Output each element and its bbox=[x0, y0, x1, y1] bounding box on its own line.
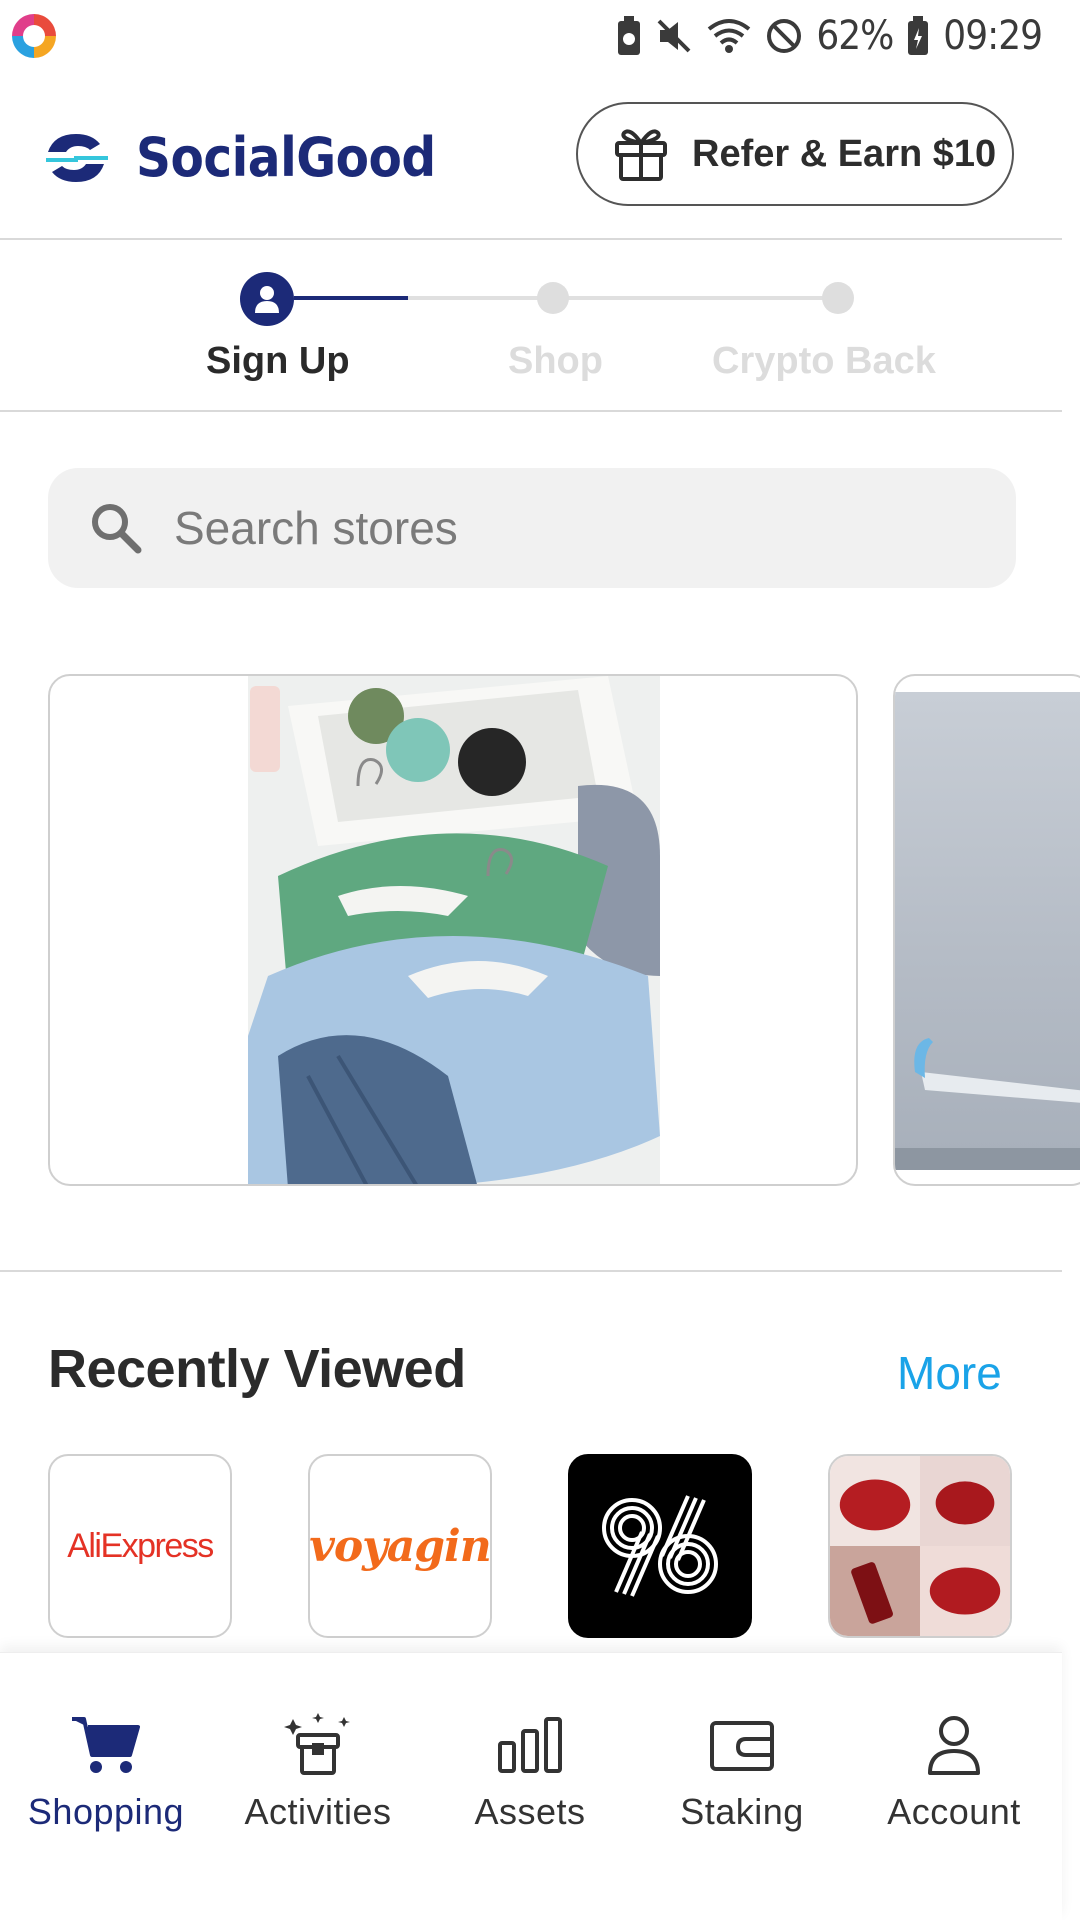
store-tile-aliexpress[interactable]: AliExpress bbox=[48, 1454, 232, 1638]
nav-staking-label: Staking bbox=[680, 1791, 804, 1832]
nav-assets[interactable]: Assets bbox=[424, 1713, 636, 1833]
recently-viewed-more-link[interactable]: More bbox=[897, 1346, 1002, 1400]
app-notification-icon bbox=[12, 14, 56, 58]
wallet-icon bbox=[710, 1721, 774, 1771]
search-icon bbox=[92, 504, 142, 554]
store-tile-96[interactable] bbox=[568, 1454, 752, 1638]
nav-activities[interactable]: Activities bbox=[212, 1713, 424, 1833]
brand-name: SocialGood bbox=[136, 126, 436, 189]
wifi-icon bbox=[706, 17, 752, 55]
nav-activities-label: Activities bbox=[244, 1791, 392, 1832]
aliexpress-logo: AliExpress bbox=[67, 1526, 214, 1565]
gift-icon bbox=[615, 129, 667, 181]
step-label-cryptoback: Crypto Back bbox=[712, 340, 936, 382]
battery-percent: 62% bbox=[816, 13, 894, 59]
lipstick-brand-image bbox=[830, 1456, 1010, 1636]
promo-banner-2[interactable] bbox=[893, 674, 1080, 1186]
onboarding-stepper: Sign Up Shop Crypto Back bbox=[0, 240, 1062, 412]
step-signup-indicator bbox=[240, 272, 294, 326]
voyagin-logo: voyagin bbox=[309, 1520, 491, 1572]
app-header: SocialGood Refer & Earn $10 bbox=[0, 72, 1062, 240]
recently-viewed-title: Recently Viewed bbox=[48, 1339, 466, 1399]
person-icon bbox=[928, 1716, 980, 1775]
promo-banner-1[interactable] bbox=[48, 674, 858, 1186]
bar-chart-icon bbox=[498, 1717, 562, 1773]
battery-saver-icon bbox=[616, 15, 642, 57]
refer-earn-label: Refer & Earn $10 bbox=[692, 132, 997, 175]
brand-logo[interactable]: SocialGood bbox=[40, 126, 436, 189]
nav-shopping[interactable]: Shopping bbox=[0, 1713, 212, 1833]
refer-earn-button[interactable]: Refer & Earn $10 bbox=[576, 102, 1014, 206]
96-logo bbox=[602, 1495, 718, 1597]
nav-shopping-label: Shopping bbox=[27, 1791, 185, 1832]
battery-icon bbox=[907, 16, 929, 56]
step-cryptoback-dot bbox=[822, 282, 854, 314]
section-divider bbox=[0, 1270, 1062, 1272]
user-icon bbox=[255, 286, 279, 313]
clothing-photo bbox=[248, 676, 660, 1184]
step-connector-2 bbox=[568, 296, 838, 300]
nav-staking[interactable]: Staking bbox=[636, 1713, 848, 1833]
gift-box-icon bbox=[284, 1713, 350, 1775]
nav-account-label: Account bbox=[887, 1791, 1021, 1832]
step-label-shop: Shop bbox=[508, 340, 603, 382]
step-connector-1 bbox=[408, 296, 546, 300]
nav-account[interactable]: Account bbox=[848, 1713, 1060, 1833]
search-stores-bar[interactable]: Search stores bbox=[48, 468, 1016, 588]
mute-icon bbox=[656, 18, 692, 54]
cart-icon bbox=[72, 1717, 140, 1773]
app-screen: 62% 09:29 SocialGood Refer & Earn $10 Si… bbox=[0, 0, 1080, 1920]
store-tile-voyagin[interactable]: voyagin bbox=[308, 1454, 492, 1638]
step-shop-dot bbox=[537, 282, 569, 314]
clock: 09:29 bbox=[943, 13, 1043, 59]
bottom-navigation: Shopping Activities Assets Staking Accou… bbox=[0, 1652, 1062, 1920]
socialgood-logo-icon bbox=[46, 133, 108, 182]
step-label-signup: Sign Up bbox=[206, 340, 350, 382]
nav-assets-label: Assets bbox=[474, 1791, 586, 1832]
search-input[interactable]: Search stores bbox=[174, 501, 458, 555]
do-not-disturb-icon bbox=[766, 18, 802, 54]
step-progress-line bbox=[294, 296, 408, 300]
store-tile-lipstick[interactable] bbox=[828, 1454, 1012, 1638]
airplane-wing-photo bbox=[895, 692, 1080, 1170]
status-icons: 62% 09:29 bbox=[616, 12, 1043, 60]
status-bar: 62% 09:29 bbox=[0, 0, 1080, 72]
